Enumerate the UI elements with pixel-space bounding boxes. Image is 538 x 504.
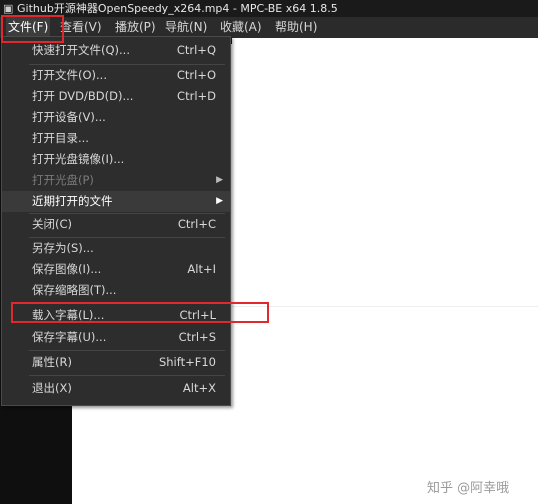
menu-item-shortcut: Ctrl+S [178,330,216,344]
menu-item-shortcut: Alt+X [182,381,216,395]
menu-item-save-as[interactable]: 另存为(S)... [2,238,230,259]
video-area [232,38,538,504]
menu-item-shortcut: Ctrl+Q [176,43,216,57]
window-title: Github开源神器OpenSpeedy_x264.mp4 - MPC-BE x… [17,2,338,15]
menu-item-open-device[interactable]: 打开设备(V)... [2,107,230,128]
menu-item-shortcut: Ctrl+C [177,217,216,231]
menu-play[interactable]: 播放(P) [113,17,158,38]
menu-item-label: 打开光盘镜像(I)... [32,152,125,166]
menu-item-open-disc-image[interactable]: 打开光盘镜像(I)... [2,149,230,170]
menu-item-open-disc: 打开光盘(P) ▶ [2,170,230,191]
file-menu-dropdown: 快速打开文件(Q)... Ctrl+Q 打开文件(O)... Ctrl+O 打开… [1,36,231,406]
menu-favorites[interactable]: 收藏(A) [218,17,264,38]
menu-item-shortcut: Ctrl+O [176,68,216,82]
menu-separator [29,375,225,376]
menu-help[interactable]: 帮助(H) [273,17,319,38]
menu-item-open-folder[interactable]: 打开目录... [2,128,230,149]
submenu-arrow-icon: ▶ [216,175,223,185]
menu-item-label: 属性(R) [32,355,72,369]
menu-item-label: 打开设备(V)... [32,110,106,124]
menu-item-label: 近期打开的文件 [32,194,113,208]
menu-item-open-file[interactable]: 打开文件(O)... Ctrl+O [2,65,230,86]
menu-item-recent-files[interactable]: 近期打开的文件 ▶ [2,191,230,212]
menu-item-shortcut: Shift+F10 [158,355,216,369]
menu-item-label: 打开文件(O)... [32,68,107,82]
menu-item-shortcut: Ctrl+D [177,89,216,103]
menu-separator [29,303,225,304]
menu-item-label: 关闭(C) [32,217,73,231]
menu-item-label: 快速打开文件(Q)... [32,43,130,57]
menu-item-shortcut: Ctrl+L [179,308,216,322]
menu-file[interactable]: 文件(F) [6,17,51,38]
watermark: 知乎 @阿幸哦 [427,481,510,496]
menu-item-label: 退出(X) [32,381,72,395]
menu-item-save-image[interactable]: 保存图像(I)... Alt+I [2,259,230,280]
menu-item-label: 打开目录... [32,131,89,145]
menu-item-save-thumbnails[interactable]: 保存缩略图(T)... [2,280,230,301]
submenu-arrow-icon: ▶ [216,196,223,206]
menu-item-save-subtitle[interactable]: 保存字幕(U)... Ctrl+S [2,327,230,348]
menu-item-properties[interactable]: 属性(R) Shift+F10 [2,352,230,373]
menu-item-quick-open[interactable]: 快速打开文件(Q)... Ctrl+Q [2,40,230,61]
menu-item-label: 另存为(S)... [32,241,94,255]
menu-item-close[interactable]: 关闭(C) Ctrl+C [2,214,230,235]
menu-item-label: 保存图像(I)... [32,262,102,276]
film-icon: ▣ [3,2,14,15]
menu-separator [29,350,225,351]
menu-item-exit[interactable]: 退出(X) Alt+X [2,378,230,399]
menu-item-label: 保存字幕(U)... [32,330,107,344]
menu-item-label: 载入字幕(L)... [32,308,105,322]
menu-item-label: 保存缩略图(T)... [32,283,117,297]
menu-item-label: 打开 DVD/BD(D)... [32,89,134,103]
menu-navigate[interactable]: 导航(N) [163,17,209,38]
menu-item-label: 打开光盘(P) [32,173,94,187]
title-bar: ▣ Github开源神器OpenSpeedy_x264.mp4 - MPC-BE… [0,0,538,17]
menu-item-shortcut: Alt+I [187,262,216,276]
menu-view[interactable]: 查看(V) [58,17,104,38]
menu-item-load-subtitle[interactable]: 载入字幕(L)... Ctrl+L [2,305,230,326]
divider [232,306,538,307]
menu-item-open-dvd[interactable]: 打开 DVD/BD(D)... Ctrl+D [2,86,230,107]
